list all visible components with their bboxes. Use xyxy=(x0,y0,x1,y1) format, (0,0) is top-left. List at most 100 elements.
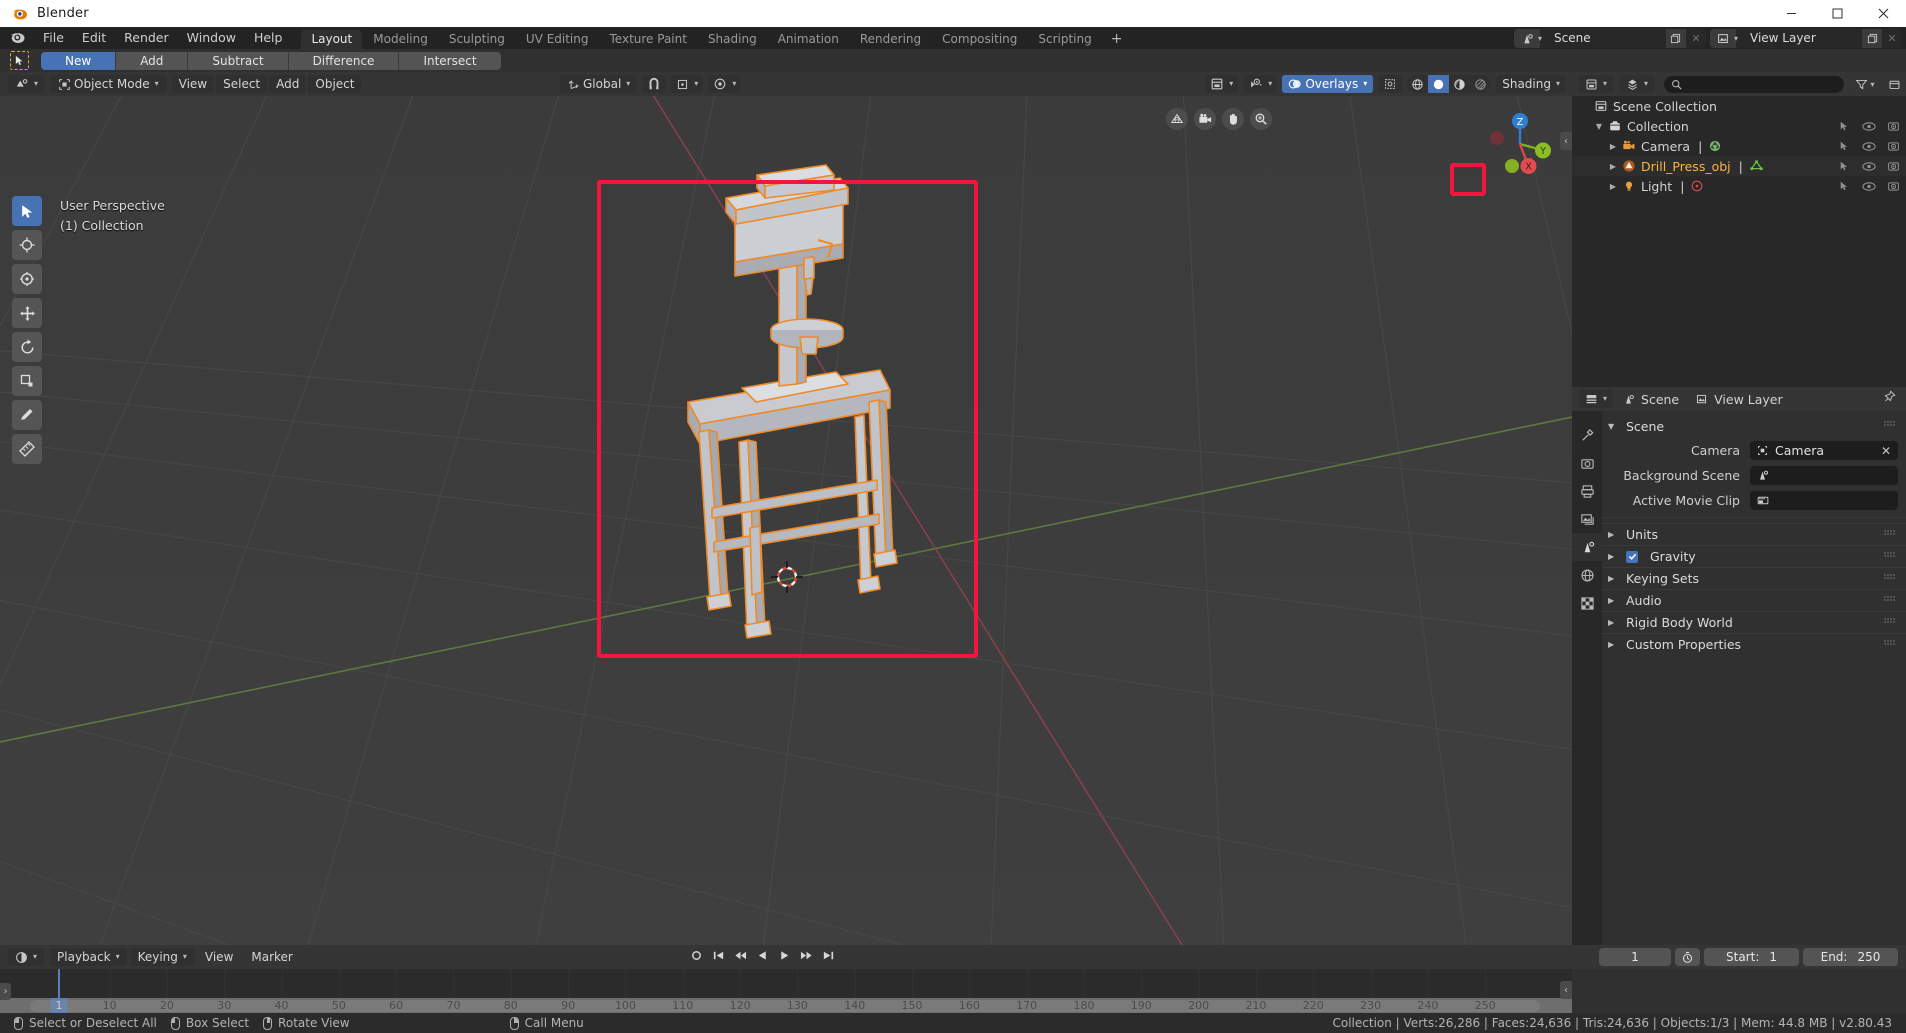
visibility-caret-icon[interactable]: ▾ xyxy=(1229,75,1233,93)
xray-toggle-icon[interactable] xyxy=(1378,75,1402,93)
expand-triangle-right-icon[interactable]: ▶ xyxy=(1606,182,1620,191)
end-frame-field[interactable]: End: 250 xyxy=(1803,948,1898,966)
editor-type-icon[interactable]: ▾ xyxy=(8,75,45,93)
panel-expand-triangle-icon[interactable]: ▶ xyxy=(1608,552,1620,561)
cursor-tool-button[interactable] xyxy=(12,230,42,260)
light-data-icon[interactable] xyxy=(1690,179,1704,193)
measure-tool-button[interactable] xyxy=(12,434,42,464)
annotate-tool-button[interactable] xyxy=(12,400,42,430)
timeline-menu-keying[interactable]: Keying▾ xyxy=(131,948,194,966)
start-frame-field[interactable]: Start: 1 xyxy=(1704,948,1799,966)
camera-render-icon[interactable] xyxy=(1887,120,1900,133)
panel-expand-triangle-icon[interactable]: ▶ xyxy=(1608,640,1620,649)
outliner-row-collection[interactable]: ▼Collection xyxy=(1572,116,1906,136)
select-arrow-icon[interactable] xyxy=(1839,120,1851,132)
panel-header-rigid-body-world[interactable]: ▶Rigid Body World xyxy=(1602,611,1906,633)
unlink-viewlayer-button[interactable]: ✕ xyxy=(1882,29,1902,48)
property-field-active-movie-clip[interactable] xyxy=(1750,491,1898,510)
panel-expand-triangle-icon[interactable]: ▶ xyxy=(1608,574,1620,583)
shading-mode-rendered[interactable] xyxy=(1470,75,1491,93)
current-frame-field[interactable]: 1 xyxy=(1599,948,1671,966)
add-workspace-button[interactable]: + xyxy=(1103,30,1131,49)
outliner-search-input[interactable] xyxy=(1664,76,1844,93)
workspace-tab-texture-paint[interactable]: Texture Paint xyxy=(600,30,697,49)
world-tab[interactable] xyxy=(1572,561,1602,589)
gravity-checkbox[interactable] xyxy=(1626,551,1638,563)
panel-drag-grip[interactable] xyxy=(1884,640,1897,650)
outliner-row-camera[interactable]: ▶Camera| xyxy=(1572,136,1906,156)
viewport-menu-select[interactable]: Select xyxy=(216,75,267,93)
view-layer-name-value[interactable]: View Layer xyxy=(1742,29,1862,48)
panel-drag-grip[interactable] xyxy=(1884,596,1897,606)
panel-expand-triangle-icon[interactable]: ▶ xyxy=(1608,596,1620,605)
viewport-menu-view[interactable]: View xyxy=(172,75,214,93)
timeline-right-collapse[interactable]: ‹ xyxy=(1560,981,1572,999)
eye-icon[interactable] xyxy=(1862,161,1876,172)
shading-mode-wireframe[interactable] xyxy=(1407,75,1428,93)
viewport-menu-object[interactable]: Object xyxy=(308,75,361,93)
clear-field-button[interactable]: ✕ xyxy=(1881,444,1891,458)
shading-caret-icon[interactable]: ▾ xyxy=(1556,75,1560,93)
gizmo-caret-icon[interactable]: ▾ xyxy=(1268,75,1272,93)
timeline-editor-caret-icon[interactable]: ▾ xyxy=(33,948,37,966)
grid-toggle-icon[interactable] xyxy=(1166,108,1188,130)
panel-drag-grip[interactable] xyxy=(1884,421,1897,431)
orientation-caret-icon[interactable]: ▾ xyxy=(626,75,630,93)
bool-button-add[interactable]: Add xyxy=(116,52,188,70)
menu-window[interactable]: Window xyxy=(178,27,245,49)
jump-start-icon[interactable] xyxy=(712,949,725,966)
unlink-scene-button[interactable]: ✕ xyxy=(1686,29,1706,48)
panel-header-keying-sets[interactable]: ▶Keying Sets xyxy=(1602,567,1906,589)
pan-hand-icon[interactable] xyxy=(1222,108,1244,130)
outliner-editor-caret-icon[interactable]: ▾ xyxy=(1603,75,1607,93)
transform-orientation-selector[interactable]: Global ▾ xyxy=(560,75,637,93)
select-arrow-icon[interactable] xyxy=(1839,160,1851,172)
panel-header-audio[interactable]: ▶Audio xyxy=(1602,589,1906,611)
breadcrumb-view-layer-label[interactable]: View Layer xyxy=(1714,392,1783,407)
shading-mode-solid[interactable] xyxy=(1428,75,1449,93)
breadcrumb-scene-label[interactable]: Scene xyxy=(1641,392,1679,407)
panel-drag-grip[interactable] xyxy=(1884,530,1897,540)
output-tab[interactable] xyxy=(1572,477,1602,505)
tweak-tool-button[interactable] xyxy=(12,196,42,226)
workspace-tab-uv-editing[interactable]: UV Editing xyxy=(516,30,599,49)
viewport-menu-add[interactable]: Add xyxy=(269,75,306,93)
panel-drag-grip[interactable] xyxy=(1884,552,1897,562)
outliner-row-light[interactable]: ▶Light| xyxy=(1572,176,1906,196)
workspace-tab-compositing[interactable]: Compositing xyxy=(932,30,1027,49)
play-reverse-icon[interactable] xyxy=(756,949,769,966)
scene-dropdown-caret-icon[interactable]: ▾ xyxy=(1538,34,1542,43)
outliner-filter-button[interactable]: ▾ xyxy=(1853,75,1877,93)
panel-header-units[interactable]: ▶Units xyxy=(1602,523,1906,545)
bool-button-new[interactable]: New xyxy=(41,52,116,70)
outliner-editor[interactable]: ▾ ▾ ▾ Scene Collection▼Collection▶Camera… xyxy=(1572,72,1906,387)
expand-triangle-right-icon[interactable]: ▶ xyxy=(1606,162,1620,171)
view-layer-tab[interactable] xyxy=(1572,505,1602,533)
maximize-button[interactable] xyxy=(1814,0,1860,27)
viewport-sidebar-toggle[interactable]: ‹ xyxy=(1560,132,1572,150)
snap-toggle-button[interactable] xyxy=(642,75,666,93)
interaction-mode-selector[interactable]: Object Mode ▾ xyxy=(50,75,167,93)
timeline-track-area[interactable]: 1020304050607080901001101201301401501601… xyxy=(0,969,1572,1013)
outliner-row-drill-press-obj[interactable]: ▶Drill_Press_obj| xyxy=(1572,156,1906,176)
panel-drag-grip[interactable] xyxy=(1884,574,1897,584)
new-scene-icon[interactable] xyxy=(1666,29,1686,48)
property-field-camera[interactable]: Camera✕ xyxy=(1750,441,1898,460)
workspace-tab-shading[interactable]: Shading xyxy=(698,30,767,49)
record-icon[interactable] xyxy=(690,949,703,966)
view-layer-selector[interactable]: ▾ View Layer ✕ xyxy=(1710,29,1902,48)
panel-header-scene[interactable]: ▼Scene xyxy=(1602,415,1906,437)
timeline-editor-type-button[interactable]: ▾ xyxy=(8,948,44,966)
outliner-new-collection-button[interactable] xyxy=(1882,75,1906,93)
timeline-menu-caret-icon[interactable]: ▾ xyxy=(116,948,120,966)
shading-mode-material-preview[interactable] xyxy=(1449,75,1470,93)
overlays-caret-icon[interactable]: ▾ xyxy=(1363,75,1367,93)
blender-menu-logo-icon[interactable] xyxy=(8,28,28,48)
panel-collapse-triangle-icon[interactable]: ▼ xyxy=(1608,422,1620,431)
display-mode-caret-icon[interactable]: ▾ xyxy=(1644,75,1648,93)
outliner-row-scene-collection[interactable]: Scene Collection xyxy=(1572,96,1906,116)
camera-view-icon[interactable] xyxy=(1194,108,1216,130)
select-box-tool-button[interactable] xyxy=(12,264,42,294)
workspace-tab-animation[interactable]: Animation xyxy=(768,30,849,49)
menu-help[interactable]: Help xyxy=(245,27,292,49)
